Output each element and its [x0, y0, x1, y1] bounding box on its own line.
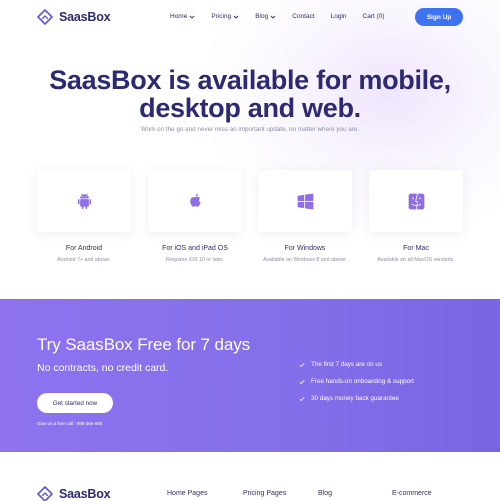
- nav-home[interactable]: Home: [170, 13, 195, 20]
- chevron-down-icon: [190, 15, 195, 19]
- feature-text: Free hands-on onboarding & support: [311, 378, 414, 385]
- hero-title-line-1: SaasBox is available for mobile,: [49, 65, 451, 95]
- trial-title: Try SaasBox Free for 7 days: [37, 335, 251, 354]
- check-icon: [299, 362, 305, 367]
- platform-title-windows: For Windows: [284, 245, 326, 252]
- logo-icon: [37, 486, 53, 501]
- chevron-down-icon: [270, 15, 276, 19]
- hero-subtitle: Work on the go and never miss an importa…: [140, 126, 360, 133]
- nav-home-label: Home: [170, 13, 188, 20]
- nav-pricing[interactable]: Pricing: [211, 13, 239, 20]
- platform-desc-windows: Available on Windows 8 and above.: [263, 257, 347, 263]
- main-nav: Home Pricing Blog Contact Login Cart (0): [170, 13, 401, 20]
- platform-title-mac: For Mac: [403, 245, 429, 252]
- check-icon: [299, 379, 305, 384]
- nav-cart[interactable]: Cart (0): [363, 13, 385, 20]
- platform-desc-android: Android 7+ and above.: [57, 257, 111, 263]
- nav-blog[interactable]: Blog: [255, 13, 276, 20]
- signup-button[interactable]: Sign Up: [415, 8, 463, 26]
- footer-col-pricing-pages[interactable]: Pricing Pages: [243, 490, 286, 497]
- brand-logo[interactable]: SaasBox: [37, 9, 111, 25]
- platform-desc-ios: Requires iOS 10 or later.: [166, 257, 224, 263]
- list-item: 30 days money back guarantee: [299, 390, 414, 407]
- platform-card-ios[interactable]: [148, 170, 242, 232]
- footer-brand-name: SaasBox: [59, 487, 111, 501]
- platform-title-ios: For iOS and iPad OS: [162, 245, 228, 252]
- nav-login-label: Login: [330, 13, 347, 20]
- platform-title-android: For Android: [65, 245, 103, 252]
- footer-col-ecommerce[interactable]: E-commerce: [392, 490, 432, 497]
- platform-card-mac[interactable]: [369, 170, 463, 232]
- platform-card-android[interactable]: [37, 170, 131, 232]
- footer-col-blog[interactable]: Blog: [318, 490, 332, 497]
- feature-text: 30 days money back guarantee: [311, 395, 399, 402]
- call-text: Give us a free call : 995-265-656: [37, 421, 103, 426]
- android-icon: [77, 192, 91, 209]
- trial-feature-list: The first 7 days are on us Free hands-on…: [299, 356, 414, 407]
- feature-text: The first 7 days are on us: [311, 361, 383, 368]
- list-item: Free hands-on onboarding & support: [299, 373, 414, 390]
- chevron-down-icon: [233, 15, 239, 19]
- platform-desc-mac: Available on all MacOS versions.: [377, 257, 455, 263]
- nav-cart-label: Cart (0): [362, 13, 385, 20]
- check-icon: [299, 396, 305, 401]
- nav-contact[interactable]: Contact: [292, 13, 314, 20]
- get-started-button[interactable]: Get started now: [37, 393, 113, 413]
- logo-icon: [37, 9, 53, 25]
- platform-card-windows[interactable]: [258, 170, 352, 232]
- hero-title: SaasBox is available for mobile, desktop…: [0, 66, 500, 122]
- nav-blog-label: Blog: [255, 13, 269, 20]
- list-item: The first 7 days are on us: [299, 356, 414, 373]
- brand-name: SaasBox: [59, 10, 111, 24]
- hero-title-line-2: desktop and web.: [139, 93, 361, 123]
- finder-icon: [408, 193, 424, 209]
- apple-icon: [189, 193, 201, 207]
- windows-icon: [297, 192, 313, 210]
- site-header: SaasBox Home Pricing Blog Contact Login …: [0, 0, 500, 36]
- nav-login[interactable]: Login: [331, 13, 347, 20]
- nav-contact-label: Contact: [292, 13, 315, 20]
- trial-section: Try SaasBox Free for 7 days No contracts…: [0, 299, 500, 452]
- footer-col-home-pages[interactable]: Home Pages: [167, 490, 207, 497]
- nav-pricing-label: Pricing: [211, 13, 232, 20]
- trial-subtitle: No contracts, no credit card.: [37, 362, 169, 374]
- footer-logo[interactable]: SaasBox: [37, 486, 111, 501]
